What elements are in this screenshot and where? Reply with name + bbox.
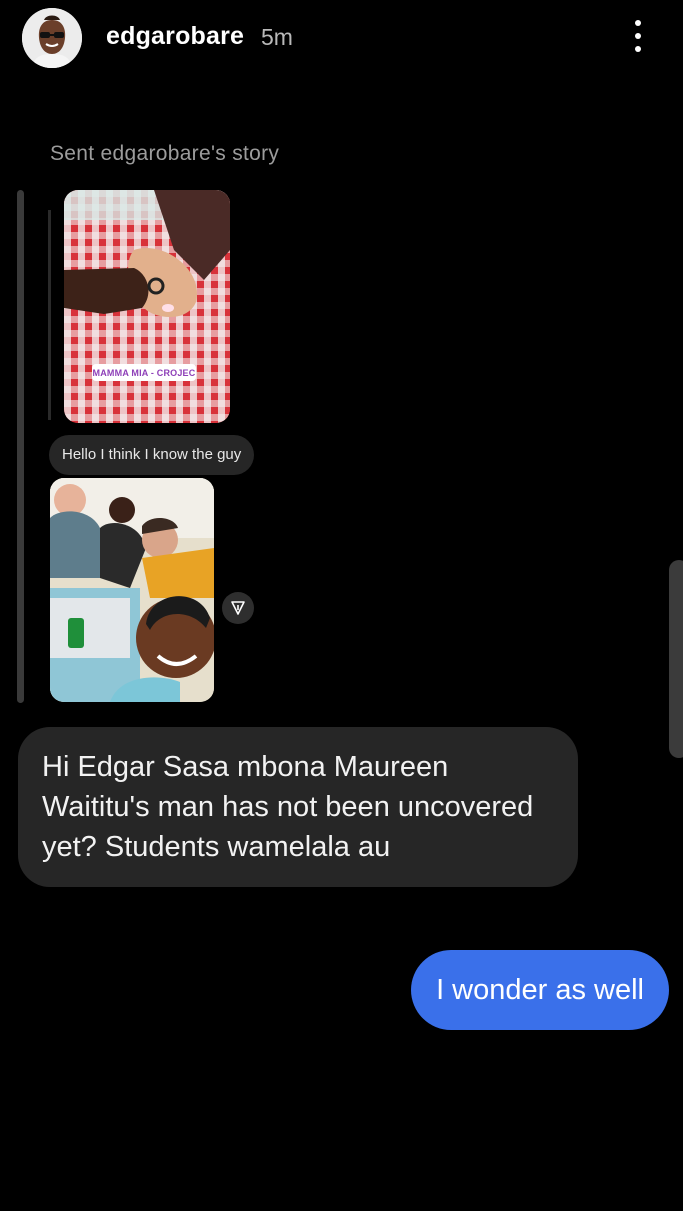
shared-photo[interactable] bbox=[50, 478, 214, 702]
received-message[interactable]: Hi Edgar Sasa mbona Maureen Waititu's ma… bbox=[18, 727, 578, 887]
chat-header: edgarobare 5m bbox=[0, 0, 683, 80]
avatar-image bbox=[22, 8, 82, 68]
story-thumbnail[interactable] bbox=[64, 190, 230, 423]
more-options-icon[interactable] bbox=[624, 16, 652, 56]
sent-story-label: Sent edgarobare's story bbox=[50, 142, 280, 165]
quoted-message[interactable]: Hello I think I know the guy bbox=[49, 435, 255, 475]
username[interactable]: edgarobare bbox=[106, 22, 244, 51]
edge-panel-handle[interactable] bbox=[669, 560, 683, 758]
send-arrow-icon[interactable] bbox=[222, 592, 254, 624]
location-sticker: MAMMA MIA - CROJEC bbox=[92, 364, 196, 381]
sent-message[interactable]: I wonder as well bbox=[411, 950, 669, 1030]
timestamp: 5m bbox=[261, 24, 293, 50]
reply-thread-bar bbox=[17, 190, 24, 703]
avatar[interactable] bbox=[22, 8, 82, 68]
quote-indicator-bar bbox=[48, 210, 51, 420]
